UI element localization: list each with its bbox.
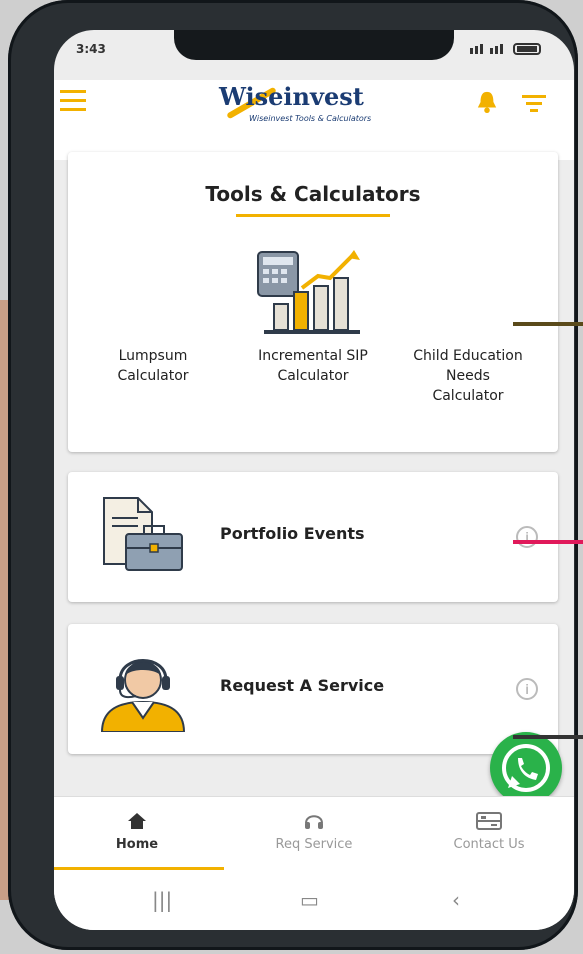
- recent-apps-icon[interactable]: |||: [152, 888, 172, 912]
- logo-tagline: Wiseinvest Tools & Calculators: [249, 114, 372, 123]
- annotation-line: [513, 540, 583, 544]
- child-label-2: Needs: [446, 368, 490, 384]
- phone-frame: 3:43 Wiseinvest Wiseinvest Tools & Calcu…: [8, 0, 578, 950]
- contact-card-icon: [476, 812, 502, 830]
- support-agent-icon: [100, 659, 186, 732]
- tools-calculators-card: Tools & Calculators Lumpsum Calculator I…: [68, 152, 558, 452]
- lumpsum-label-1: Lumpsum: [118, 348, 188, 364]
- status-icons: [470, 42, 550, 62]
- title-underline: [236, 214, 390, 217]
- tab-req-service[interactable]: Req Service: [239, 811, 389, 852]
- camera-notch: [174, 30, 454, 60]
- annotation-line: [513, 735, 583, 739]
- child-label-3: Calculator: [432, 388, 504, 404]
- tab-contact-us[interactable]: Contact Us: [414, 811, 564, 852]
- sip-label-2: Calculator: [277, 368, 349, 384]
- lumpsum-calculator[interactable]: Lumpsum Calculator: [88, 346, 218, 386]
- tools-title: Tools & Calculators: [205, 182, 421, 206]
- menu-icon[interactable]: [60, 90, 86, 112]
- sip-label-1: Incremental SIP: [258, 348, 368, 364]
- filter-icon[interactable]: [522, 94, 546, 112]
- back-icon[interactable]: ‹: [452, 888, 460, 912]
- app-header: Wiseinvest Wiseinvest Tools & Calculator…: [54, 80, 574, 160]
- tab-home-label: Home: [115, 837, 159, 852]
- whatsapp-button[interactable]: [490, 732, 562, 804]
- home-icon: [128, 813, 146, 829]
- child-label-1: Child Education: [413, 348, 523, 364]
- bottom-navigation: Home Req Service Contact Us: [54, 796, 574, 871]
- request-service-card[interactable]: Request A Service i: [68, 624, 558, 754]
- portfolio-events-card[interactable]: Portfolio Events i: [68, 472, 558, 602]
- request-service-label: Request A Service: [220, 676, 385, 695]
- wiseinvest-logo: Wiseinvest Wiseinvest Tools & Calculator…: [219, 80, 394, 140]
- calculator-growth-icon: [257, 250, 360, 334]
- whatsapp-icon: [502, 744, 550, 792]
- bell-icon[interactable]: [476, 90, 498, 114]
- system-navigation-bar: ||| ▭ ‹: [54, 870, 574, 930]
- portfolio-events-label: Portfolio Events: [220, 524, 365, 543]
- lumpsum-label-2: Calculator: [117, 368, 189, 384]
- annotation-line: [513, 322, 583, 326]
- portfolio-briefcase-icon: [103, 497, 183, 571]
- status-time: 3:43: [76, 42, 106, 56]
- signal-battery-icon: [470, 43, 541, 55]
- incremental-sip-calculator[interactable]: Incremental SIP Calculator: [238, 346, 388, 386]
- info-icon[interactable]: i: [516, 678, 538, 700]
- headset-icon: [305, 815, 323, 829]
- child-education-calculator[interactable]: Child Education Needs Calculator: [393, 346, 543, 406]
- tab-req-service-label: Req Service: [275, 837, 353, 852]
- app-screen: 3:43 Wiseinvest Wiseinvest Tools & Calcu…: [54, 30, 574, 930]
- tab-contact-us-label: Contact Us: [453, 837, 525, 852]
- logo-text: Wiseinvest: [219, 82, 364, 111]
- home-system-icon[interactable]: ▭: [300, 888, 319, 912]
- info-icon[interactable]: i: [516, 526, 538, 548]
- tab-home[interactable]: Home: [62, 811, 212, 852]
